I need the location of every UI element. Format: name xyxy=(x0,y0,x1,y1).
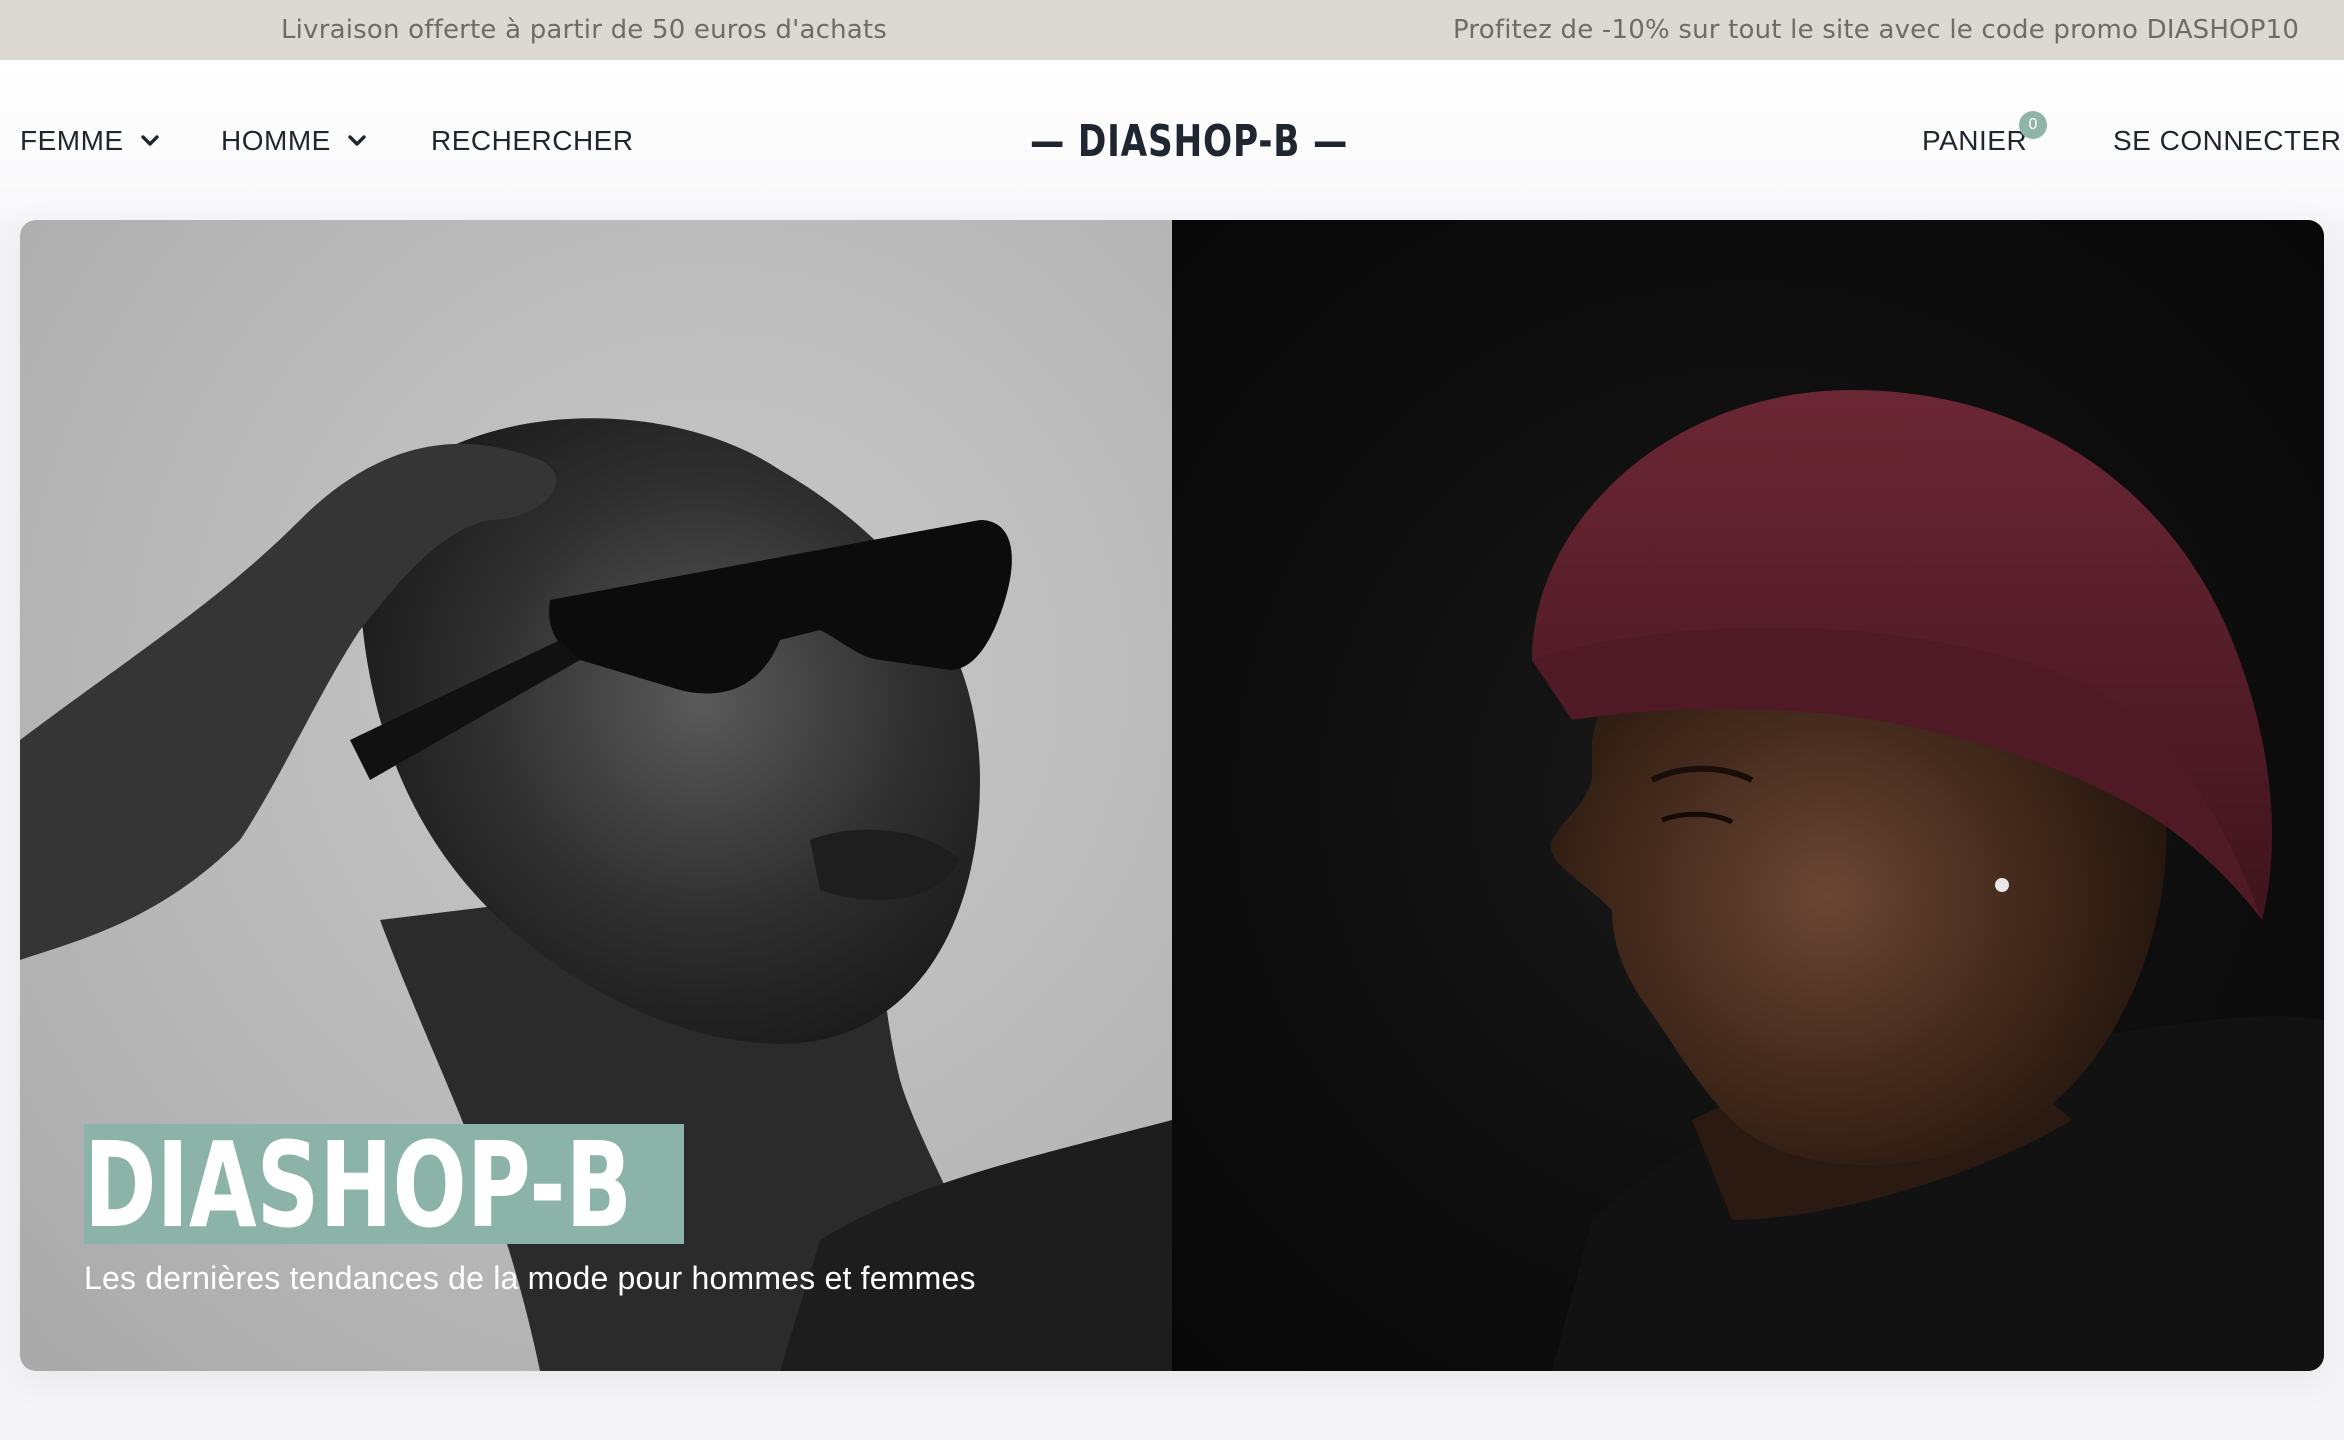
nav-femme-label: FEMME xyxy=(20,125,124,156)
nav-homme[interactable]: HOMME xyxy=(221,120,367,162)
nav-femme[interactable]: FEMME xyxy=(20,120,160,162)
discount-promo-text: Profitez de -10% sur tout le site avec l… xyxy=(1453,15,2300,45)
chevron-down-icon xyxy=(140,134,159,146)
nav-homme-label: HOMME xyxy=(221,125,331,156)
hero-image-man xyxy=(1172,220,2324,1371)
hero-subtitle: Les dernières tendances de la mode pour … xyxy=(84,1260,976,1296)
announcement-bar: Livraison offerte à partir de 50 euros d… xyxy=(0,0,2344,60)
site-logo[interactable]: — DIASHOP-B — xyxy=(1030,112,1348,172)
hero-title: DIASHOP-B xyxy=(84,1116,684,1254)
nav-search[interactable]: RECHERCHER xyxy=(431,120,634,162)
hero-banner[interactable]: DIASHOP-B Les dernières tendances de la … xyxy=(20,220,2324,1371)
hero-title-text: DIASHOP-B xyxy=(84,1116,633,1254)
login-link[interactable]: SE CONNECTER xyxy=(2113,120,2341,162)
shipping-promo-text: Livraison offerte à partir de 50 euros d… xyxy=(281,15,888,45)
cart-count-badge: 0 xyxy=(2019,111,2047,139)
chevron-down-icon xyxy=(348,134,366,146)
man-portrait-illustration xyxy=(1532,390,2324,1371)
cart-link[interactable]: PANIER xyxy=(1922,120,2027,162)
